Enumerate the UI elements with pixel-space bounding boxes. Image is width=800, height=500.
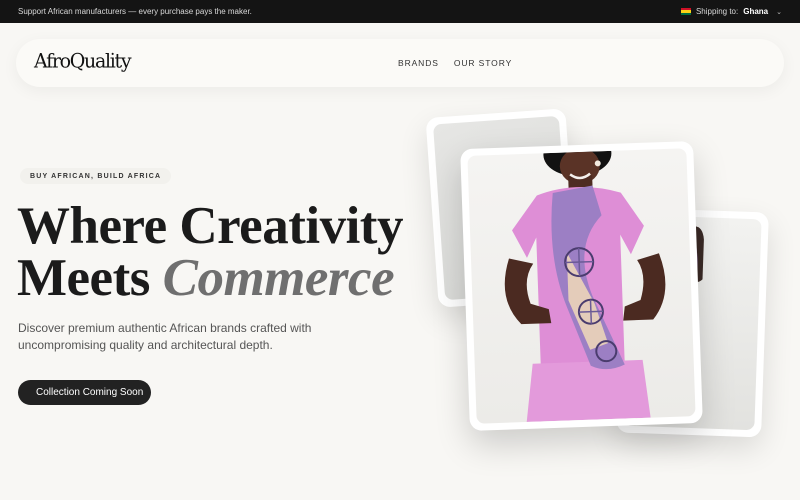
announcement-bar: Support African manufacturers — every pu… — [0, 0, 800, 23]
nav-brands[interactable]: BRANDS — [398, 58, 439, 68]
headline-accent: Commerce — [162, 249, 395, 307]
headline-line-1: Where Creativity — [17, 197, 403, 255]
hero-eyebrow: BUY AFRICAN, BUILD AFRICA — [20, 168, 172, 184]
main-nav: BRANDS OUR STORY — [398, 58, 512, 68]
brand-logo[interactable]: AfroQuality — [34, 49, 132, 72]
model-photo — [467, 148, 696, 424]
nav-our-story[interactable]: OUR STORY — [454, 58, 512, 68]
shipping-label: Shipping to: — [695, 7, 739, 16]
announcement-message: Support African manufacturers — every pu… — [18, 7, 252, 16]
shipping-selector[interactable]: Shipping to: Ghana ⌄ — [680, 7, 782, 16]
hero-subtitle: Discover premium authentic African brand… — [18, 321, 312, 352]
hero-headline: Where Creativity Meets Commerce — [17, 197, 403, 307]
site-header: AfroQuality BRANDS OUR STORY — [16, 39, 784, 87]
collection-button[interactable]: Collection Coming Soon — [18, 380, 152, 405]
ghana-flag-icon — [680, 8, 691, 15]
headline-line-2-plain: Meets — [17, 249, 150, 307]
shipping-country: Ghana — [743, 7, 769, 16]
product-card-main[interactable] — [460, 141, 703, 431]
chevron-down-icon[interactable]: ⌄ — [776, 8, 782, 16]
